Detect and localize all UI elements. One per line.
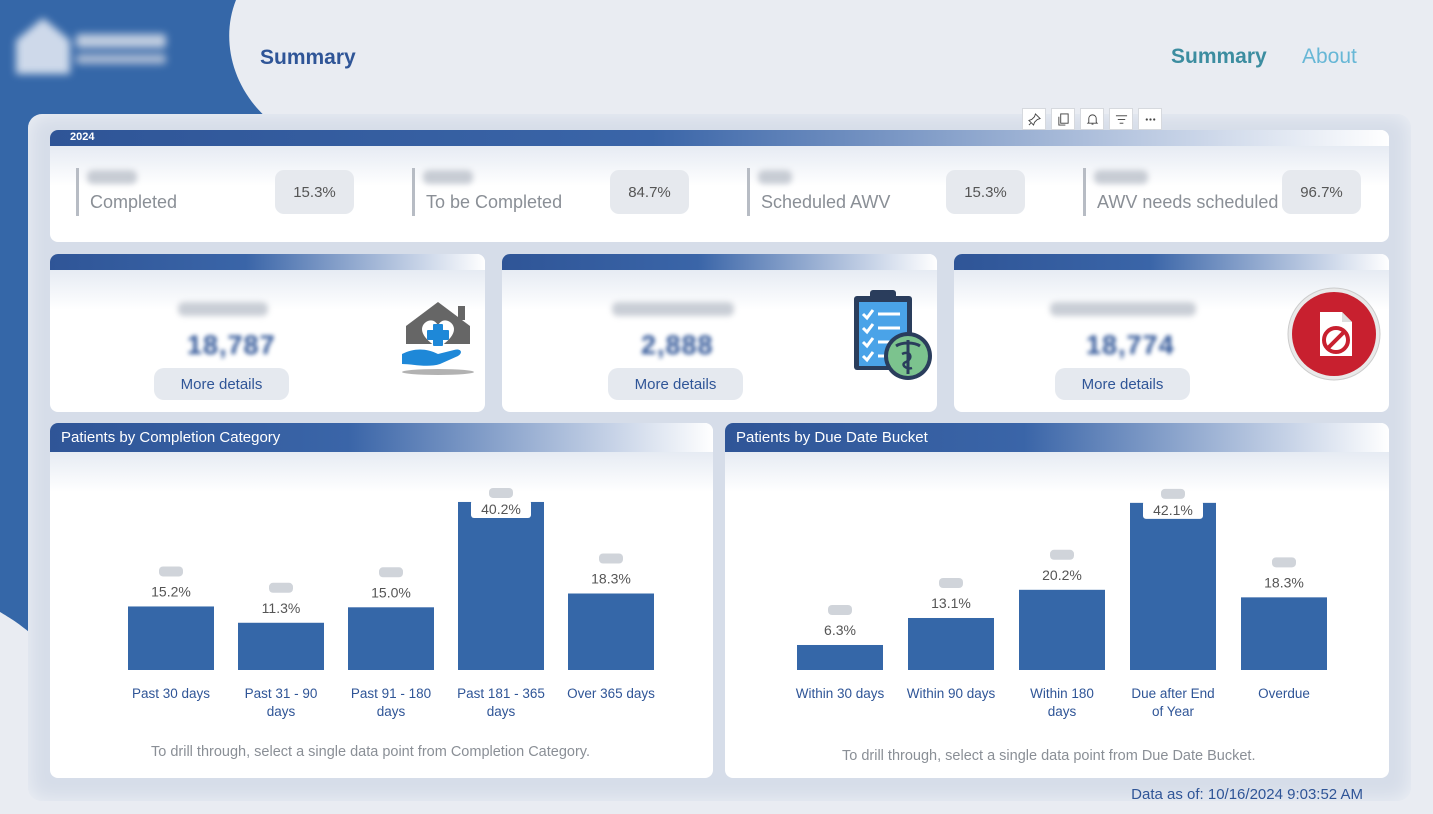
- data-label: 40.2%: [481, 501, 521, 517]
- more-details-button[interactable]: More details: [1055, 368, 1190, 400]
- more-details-button[interactable]: More details: [608, 368, 743, 400]
- chart-bar[interactable]: [568, 593, 654, 670]
- due-date-bucket-chart-card: Patients by Due Date Bucket 6.3% Within 3…: [725, 423, 1389, 778]
- completion-category-bar-chart[interactable]: 15.2% Past 30 days 11.3% Past 31 - 90 days 15…: [50, 423, 713, 778]
- blurred-count: [269, 582, 293, 593]
- category-label: of Year: [1152, 704, 1195, 719]
- data-label: 18.3%: [591, 571, 631, 587]
- data-label: 13.1%: [931, 595, 971, 611]
- blurred-count: [1272, 557, 1296, 568]
- year-label: 2024: [70, 131, 95, 143]
- category-label: Past 30 days: [132, 686, 210, 701]
- blurred-count: [379, 567, 403, 578]
- chart-bar[interactable]: [348, 607, 434, 670]
- chart-bar[interactable]: [797, 644, 883, 670]
- logo: [12, 14, 170, 80]
- nav-summary-link[interactable]: Summary: [1171, 45, 1267, 69]
- kpi-card: 2024 Completed 15.3% To be Completed 84.…: [50, 130, 1389, 242]
- chart-bar[interactable]: [1241, 597, 1327, 670]
- data-label: 15.2%: [151, 583, 191, 599]
- blurred-count: [599, 553, 623, 564]
- blurred-count: [489, 487, 513, 498]
- category-label: Over 365 days: [567, 686, 655, 701]
- kpi-percent-pill: 84.7%: [610, 170, 689, 214]
- kpi-label: AWV needs scheduled: [1097, 192, 1279, 212]
- kpi-label: Completed: [90, 192, 178, 212]
- blurred-count: [939, 577, 963, 588]
- blurred-count: [159, 566, 183, 577]
- health-care-hand-icon: [402, 302, 474, 375]
- due-date-bucket-bar-chart[interactable]: 6.3% Within 30 days 13.1% Within 90 days 20.…: [725, 423, 1389, 778]
- filter-icon[interactable]: [1109, 108, 1133, 130]
- blurred-count: [1050, 549, 1074, 560]
- category-label: Within 90 days: [907, 686, 996, 701]
- visual-toolbar: [1022, 108, 1162, 130]
- category-label: days: [1048, 704, 1077, 719]
- kpi-card-header: [50, 130, 1389, 146]
- metric-value: 2,888: [641, 330, 714, 360]
- category-label: Past 181 - 365: [457, 686, 545, 701]
- drill-through-note: To drill through, select a single data p…: [151, 744, 590, 760]
- pin-icon[interactable]: [1022, 108, 1046, 130]
- more-details-button[interactable]: More details: [154, 368, 289, 400]
- kpi-percent-pill: 15.3%: [275, 170, 354, 214]
- category-label: Due after End: [1131, 686, 1214, 701]
- category-label: Within 180: [1030, 686, 1094, 701]
- category-label: Overdue: [1258, 686, 1310, 701]
- drill-through-note: To drill through, select a single data p…: [842, 748, 1256, 764]
- blurred-count: [828, 604, 852, 615]
- data-label: 42.1%: [1153, 502, 1193, 518]
- completion-category-chart-card: Patients by Completion Category 15.2% Pas…: [50, 423, 713, 778]
- metric-card-2: 2,888 More details: [502, 254, 937, 412]
- kpi-percent-pill: 96.7%: [1282, 170, 1361, 214]
- category-label: days: [267, 704, 296, 719]
- copy-icon[interactable]: [1051, 108, 1075, 130]
- metric-value: 18,774: [1086, 330, 1175, 360]
- category-label: days: [377, 704, 406, 719]
- category-label: days: [487, 704, 516, 719]
- metric-card-1: 18,787 More details: [50, 254, 485, 412]
- data-label: 18.3%: [1264, 574, 1304, 590]
- kpi-label: To be Completed: [426, 192, 563, 212]
- metric-value: 18,787: [187, 330, 276, 360]
- kpi-percent-pill: 15.3%: [946, 170, 1025, 214]
- data-label: 15.0%: [371, 584, 411, 600]
- page-title: Summary: [260, 46, 356, 69]
- chart-bar[interactable]: [908, 617, 994, 670]
- medical-clipboard-icon: [854, 290, 932, 380]
- metric-card-3: 18,774 More details: [954, 254, 1389, 412]
- data-label: 20.2%: [1042, 567, 1082, 583]
- category-label: Within 30 days: [796, 686, 885, 701]
- chart-bar[interactable]: [1019, 589, 1105, 670]
- blurred-count: [1161, 488, 1185, 499]
- nav-about-link[interactable]: About: [1302, 45, 1357, 69]
- chart-bar[interactable]: [458, 501, 544, 670]
- data-as-of-timestamp: Data as of: 10/16/2024 9:03:52 AM: [1131, 786, 1363, 803]
- chart-bar[interactable]: [238, 622, 324, 670]
- data-label: 11.3%: [262, 600, 301, 616]
- kpi-label: Scheduled AWV: [761, 192, 891, 212]
- data-label: 6.3%: [824, 622, 856, 638]
- more-icon[interactable]: [1138, 108, 1162, 130]
- chart-bar[interactable]: [128, 606, 214, 670]
- chart-bar[interactable]: [1130, 502, 1216, 670]
- category-label: Past 91 - 180: [351, 686, 431, 701]
- bell-icon[interactable]: [1080, 108, 1104, 130]
- blocked-document-icon: [1287, 287, 1381, 381]
- category-label: Past 31 - 90: [245, 686, 318, 701]
